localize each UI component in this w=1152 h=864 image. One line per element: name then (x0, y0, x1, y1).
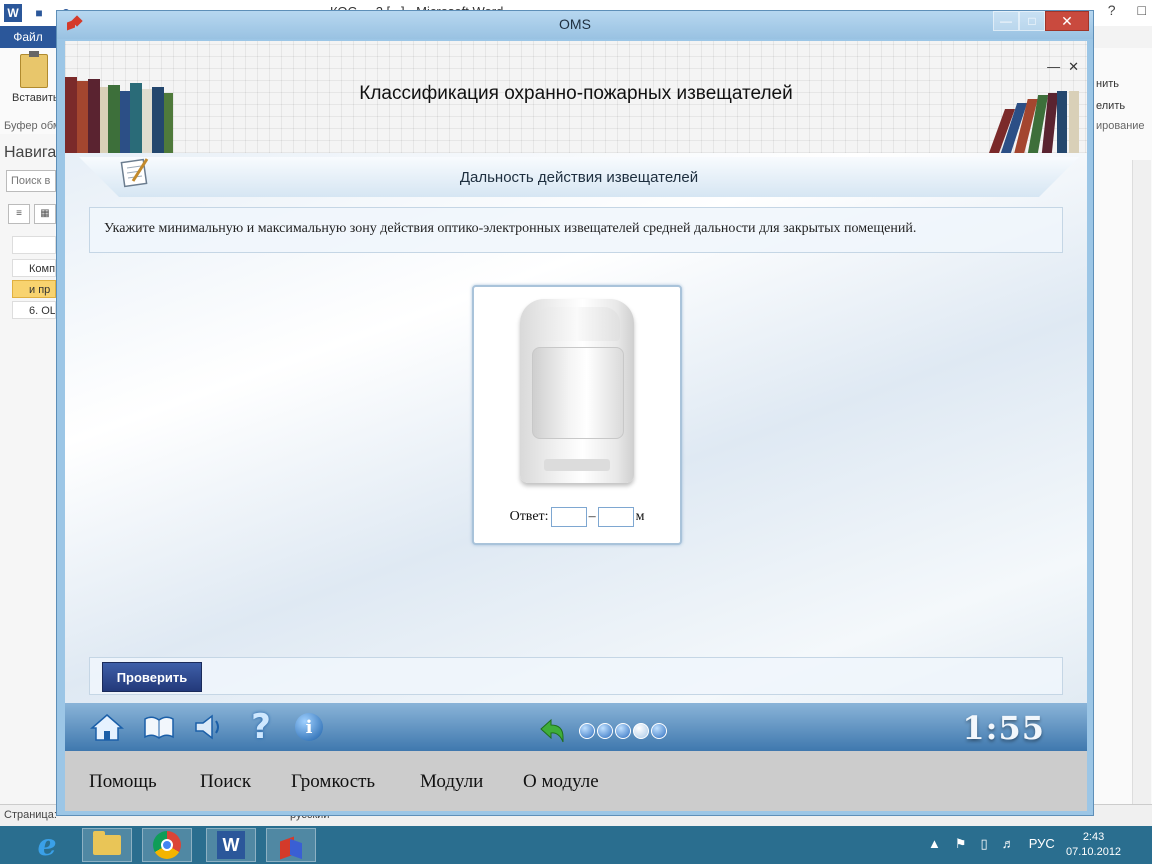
menu-about[interactable]: О модуле (523, 771, 599, 793)
menu-volume[interactable]: Громкость (291, 771, 375, 793)
ribbon-right-group-label: ирование (1096, 120, 1145, 132)
taskbar-oms[interactable] (266, 828, 316, 862)
network-icon[interactable]: ▯ (981, 836, 988, 852)
nav-item-blank[interactable] (12, 236, 56, 254)
folder-icon (93, 831, 121, 855)
timer: 1:55 (962, 709, 1045, 747)
oms-window: OMS — □ ✕ Классификация охранно-пожарных… (56, 10, 1094, 816)
menu-modules[interactable]: Модули (420, 771, 483, 793)
paste-label: Вставить (12, 92, 59, 104)
ribbon-right-item-1[interactable]: нить (1096, 78, 1119, 90)
navigation-iconbar: ? i 1:55 (65, 703, 1087, 751)
answer-max-input[interactable] (597, 507, 634, 527)
clock-date: 07.10.2012 (1066, 846, 1122, 858)
book-icon (144, 716, 174, 739)
vertical-scrollbar[interactable] (1132, 160, 1151, 810)
oms-window-controls: — □ ✕ (993, 11, 1089, 31)
file-tab[interactable]: Файл (0, 26, 56, 48)
ie-icon: e (37, 827, 57, 863)
home-button[interactable] (89, 711, 125, 743)
module-title: Классификация охранно-пожарных извещател… (359, 83, 793, 104)
help-icon: ? (251, 707, 271, 747)
oms-window-title: OMS (559, 16, 591, 32)
word-icon: W (217, 831, 245, 859)
nav-tabs: ≡ ▦ (8, 204, 56, 224)
info-icon: i (295, 713, 323, 741)
menu-search[interactable]: Поиск (200, 771, 251, 793)
back-arrow-icon[interactable] (537, 717, 567, 745)
taskbar-clock[interactable]: 2:43 07.10.2012 (1066, 830, 1121, 860)
tray-expand-icon[interactable]: ▲ (928, 836, 941, 852)
ribbon-right-item-2[interactable]: елить (1096, 100, 1125, 112)
help-icon[interactable]: ? (1108, 2, 1116, 18)
word-window-controls: ? □ (1108, 2, 1146, 18)
nav-item-2[interactable]: и пр (12, 280, 56, 298)
nav-tab-headings[interactable]: ≡ (8, 204, 30, 224)
nav-item-3[interactable]: 6. ОЦ (12, 301, 56, 319)
progress-dot[interactable] (633, 723, 649, 739)
progress-dot[interactable] (615, 723, 631, 739)
progress-dot[interactable] (651, 723, 667, 739)
oms-client-area: Классификация охранно-пожарных извещател… (65, 41, 1087, 811)
inner-window-controls: — ✕ (1047, 59, 1079, 75)
restore-icon[interactable]: □ (1138, 2, 1146, 18)
section-banner: Дальность действия извещателей (79, 157, 1079, 197)
answer-row: Ответ: – м (474, 507, 680, 527)
system-tray: ▲ ⚑ ▯ ♬ РУС (928, 836, 1055, 852)
section-title: Дальность действия извещателей (459, 169, 699, 186)
nav-tab-pages[interactable]: ▦ (34, 204, 56, 224)
volume-icon[interactable]: ♬ (1002, 836, 1015, 852)
save-icon[interactable]: ■ (30, 4, 48, 22)
taskbar-word[interactable]: W (206, 828, 256, 862)
module-header: Классификация охранно-пожарных извещател… (65, 41, 1087, 153)
inner-minimize-icon[interactable]: — (1047, 59, 1060, 75)
clipboard-group-label: Буфер обм (4, 120, 61, 132)
progress-dot[interactable] (597, 723, 613, 739)
oms-icon (278, 831, 304, 860)
home-icon (90, 714, 124, 741)
answer-separator: – (588, 509, 596, 524)
menu-help[interactable]: Помощь (89, 771, 157, 793)
check-button[interactable]: Проверить (102, 662, 202, 692)
paste-button[interactable]: Вставить (12, 51, 59, 104)
word-app-icon[interactable]: W (4, 4, 22, 22)
input-language[interactable]: РУС (1029, 836, 1055, 852)
chrome-icon (153, 831, 181, 859)
inner-close-icon[interactable]: ✕ (1068, 59, 1079, 75)
close-button[interactable]: ✕ (1045, 11, 1089, 31)
minimize-button[interactable]: — (993, 11, 1019, 31)
speaker-icon (195, 714, 219, 740)
question-content: Дальность действия извещателей Укажите м… (65, 153, 1087, 751)
taskbar-chrome[interactable] (142, 828, 192, 862)
maximize-button[interactable]: □ (1019, 11, 1045, 31)
taskbar-ie[interactable]: e (22, 827, 72, 863)
taskbar: e W ▲ ⚑ ▯ ♬ РУС 2:43 07.10.2012 (0, 826, 1152, 864)
taskbar-explorer[interactable] (82, 828, 132, 862)
answer-min-input[interactable] (550, 507, 587, 527)
status-page: Страница: (4, 809, 57, 821)
module-menubar: Помощь Поиск Громкость Модули О модуле (65, 751, 1087, 811)
flag-icon[interactable]: ⚑ (955, 836, 967, 852)
answer-label: Ответ: (509, 509, 549, 524)
clock-time: 2:43 (1082, 831, 1105, 843)
progress-dots (579, 723, 667, 739)
navigation-pane-title: Навига (4, 144, 57, 161)
book-button[interactable] (141, 711, 177, 743)
detector-image (520, 299, 634, 483)
clipboard-icon (20, 51, 48, 88)
info-button[interactable]: i (291, 711, 327, 743)
nav-item-1[interactable]: Комп (12, 259, 56, 277)
progress-dot[interactable] (579, 723, 595, 739)
detector-card: Ответ: – м (472, 285, 682, 545)
answer-unit: м (635, 509, 645, 524)
help-button[interactable]: ? (243, 707, 279, 747)
nav-search-input[interactable]: Поиск в (6, 170, 56, 192)
navigation-pane (0, 134, 57, 804)
question-text: Укажите минимальную и максимальную зону … (89, 207, 1063, 253)
volume-button[interactable] (191, 711, 227, 743)
oms-titlebar: OMS — □ ✕ (57, 11, 1093, 39)
answer-toolbar: Проверить (89, 657, 1063, 695)
